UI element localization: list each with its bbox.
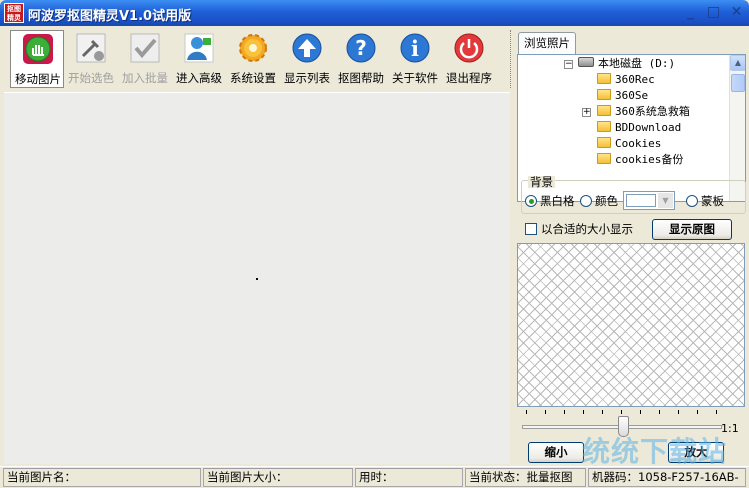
background-legend: 背景 xyxy=(528,175,555,189)
canvas-cursor-dot xyxy=(256,278,258,280)
tree-item[interactable]: BDDownload xyxy=(597,120,681,136)
radio-color-label: 颜色 xyxy=(595,194,618,208)
toolbar-label: 关于软件 xyxy=(392,71,438,85)
status-time-used: 用时： xyxy=(355,468,463,487)
about-button[interactable]: i 关于软件 xyxy=(388,30,442,88)
minimize-button[interactable]: _ xyxy=(680,2,701,23)
radio-mask[interactable] xyxy=(686,195,698,207)
maximize-button[interactable]: □ xyxy=(703,2,724,23)
help-icon: ? xyxy=(346,33,376,63)
show-list-button[interactable]: 显示列表 xyxy=(280,30,334,88)
close-button[interactable]: ✕ xyxy=(726,2,747,23)
exit-button[interactable]: 退出程序 xyxy=(442,30,496,88)
fit-size-label: 以合适的大小显示 xyxy=(541,222,633,236)
tree-item-label: 本地磁盘 (D:) xyxy=(598,57,676,70)
tree-item-label: Cookies xyxy=(615,137,662,150)
folder-icon xyxy=(597,153,611,164)
chevron-down-icon[interactable]: ▼ xyxy=(658,193,673,208)
status-bar: 当前图片名： 当前图片大小： 用时： 当前状态：批量抠图 机器码：1058-F2… xyxy=(0,466,749,488)
start-pick-color-button[interactable]: 开始选色 xyxy=(64,30,118,88)
info-icon: i xyxy=(400,33,430,63)
tree-item[interactable]: cookies备份 xyxy=(597,152,683,168)
move-image-button[interactable]: 移动图片 xyxy=(10,30,64,88)
tree-item-drive-d[interactable]: 本地磁盘 (D:) xyxy=(578,56,675,72)
radio-color[interactable] xyxy=(580,195,592,207)
scroll-up-icon[interactable]: ▲ xyxy=(730,55,745,71)
tree-item[interactable]: 360Se xyxy=(597,88,648,104)
status-state: 当前状态：批量抠图 xyxy=(465,468,586,487)
folder-icon xyxy=(597,89,611,100)
power-icon xyxy=(454,33,484,63)
toolbar-label: 进入高级 xyxy=(176,71,222,85)
up-arrow-icon xyxy=(292,33,322,63)
tree-item-label: BDDownload xyxy=(615,121,682,134)
hand-icon xyxy=(23,34,53,64)
tree-item[interactable]: Cookies xyxy=(597,136,661,152)
toolbar-label: 显示列表 xyxy=(284,71,330,85)
advanced-mode-button[interactable]: 进入高级 xyxy=(172,30,226,88)
svg-text:?: ? xyxy=(355,36,367,60)
drive-icon xyxy=(578,57,594,67)
scroll-thumb[interactable] xyxy=(731,74,745,92)
user-icon xyxy=(184,33,214,63)
toolbar-label: 加入批量 xyxy=(122,71,168,85)
folder-icon xyxy=(597,73,611,84)
show-original-button[interactable]: 显示原图 xyxy=(652,219,732,240)
main-toolbar: 移动图片 开始选色 加入批量 进入高级 系统设置 显示列表 ? 抠图帮助 i 关… xyxy=(8,28,512,90)
tree-collapse-toggle[interactable]: − xyxy=(564,60,573,69)
title-bar: 抠图 精灵 阿波罗抠图精灵V1.0试用版 _ □ ✕ xyxy=(0,0,749,26)
watermark-logo: 统统下载站 xyxy=(582,435,728,468)
system-settings-button[interactable]: 系统设置 xyxy=(226,30,280,88)
toolbar-label: 开始选色 xyxy=(68,71,114,85)
checkmark-icon xyxy=(130,33,160,63)
folder-icon xyxy=(597,105,611,116)
add-batch-button[interactable]: 加入批量 xyxy=(118,30,172,88)
tree-item-label: 360系统急救箱 xyxy=(615,105,690,118)
folder-icon xyxy=(597,137,611,148)
fit-size-checkbox[interactable] xyxy=(525,223,537,235)
preview-area xyxy=(517,243,745,407)
zoom-slider-ticks xyxy=(526,410,732,416)
window-title: 阿波罗抠图精灵V1.0试用版 xyxy=(28,9,192,24)
tree-item[interactable]: 360系统急救箱 xyxy=(597,104,690,120)
tree-item-label: 360Rec xyxy=(615,73,655,86)
status-machine-code: 机器码：1058-F257-16AB- xyxy=(588,468,746,487)
radio-checkerboard-label: 黑白格 xyxy=(540,194,575,208)
eyedropper-icon xyxy=(76,33,106,63)
radio-checkerboard[interactable] xyxy=(525,195,537,207)
tree-item-label: cookies备份 xyxy=(615,153,684,166)
gear-icon xyxy=(239,34,267,62)
photo-browser-panel: 浏览照片 − 本地磁盘 (D:) 360Rec 360Se + 360系统急救箱… xyxy=(514,28,747,464)
color-picker[interactable]: ▼ xyxy=(623,191,675,210)
toolbar-label: 退出程序 xyxy=(446,71,492,85)
tree-expand-toggle[interactable]: + xyxy=(582,108,591,117)
zoom-out-button[interactable]: 缩小 xyxy=(528,442,584,463)
app-logo-icon: 抠图 精灵 xyxy=(4,3,24,23)
toolbar-label: 系统设置 xyxy=(230,71,276,85)
tab-browse-photos[interactable]: 浏览照片 xyxy=(518,32,576,54)
status-image-size: 当前图片大小： xyxy=(203,468,353,487)
color-swatch xyxy=(626,194,656,207)
tree-item-label: 360Se xyxy=(615,89,649,102)
window-controls: _ □ ✕ xyxy=(678,2,747,23)
help-button[interactable]: ? 抠图帮助 xyxy=(334,30,388,88)
radio-mask-label: 蒙板 xyxy=(701,194,724,208)
toolbar-grip[interactable] xyxy=(510,30,513,88)
svg-text:i: i xyxy=(411,36,419,61)
folder-icon xyxy=(597,121,611,132)
toolbar-label: 抠图帮助 xyxy=(338,71,384,85)
tree-item[interactable]: 360Rec xyxy=(597,72,655,88)
status-image-name: 当前图片名： xyxy=(3,468,201,487)
